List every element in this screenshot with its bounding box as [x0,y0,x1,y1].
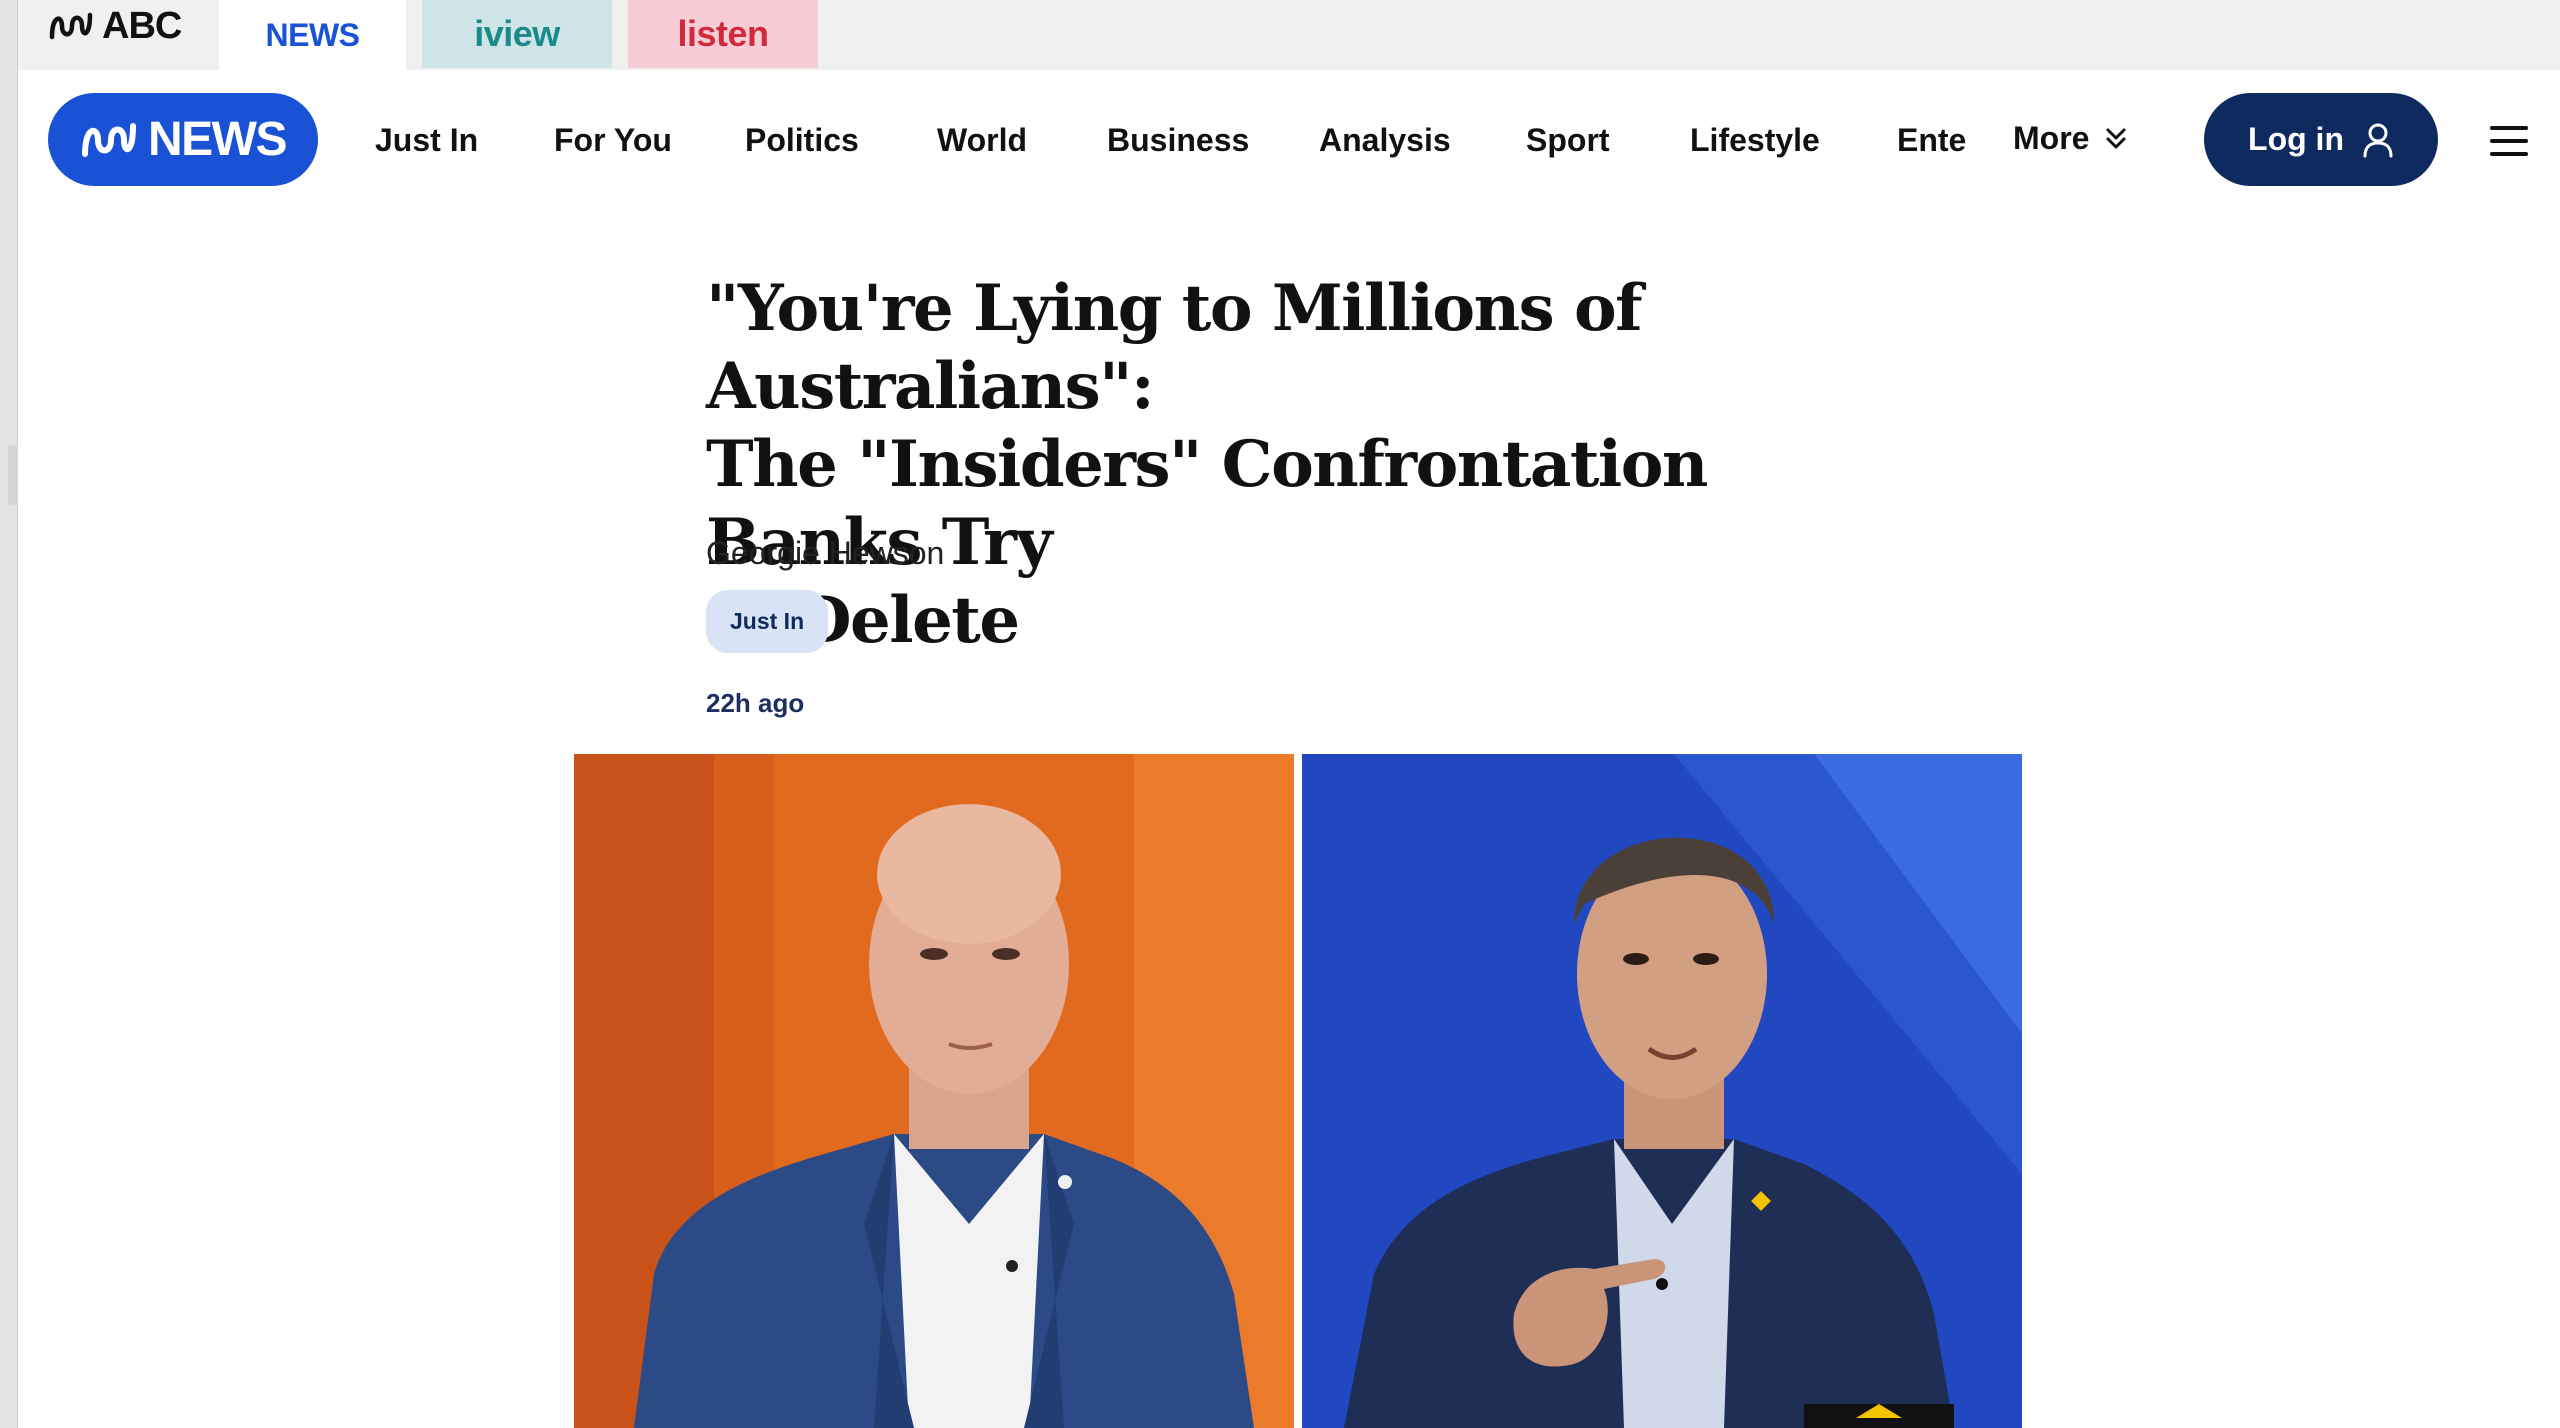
main-nav: NEWS Just In For You Politics World Busi… [18,70,2560,210]
nav-world[interactable]: World [937,122,1027,159]
nav-just-in[interactable]: Just In [375,122,478,159]
headline-line: "You're Lying to Millions of Australians… [706,271,1643,424]
news-logo-text: NEWS [148,113,288,166]
hamburger-menu-icon[interactable] [2490,126,2528,156]
double-chevron-down-icon [2106,128,2126,148]
user-icon [2363,123,2393,157]
nav-politics[interactable]: Politics [745,122,859,159]
abc-logo[interactable]: ABC [48,4,182,48]
article-headline: "You're Lying to Millions of Australians… [706,270,1926,660]
abc-lissajous-icon [49,12,93,40]
nav-entertainment[interactable]: Ente [1897,122,1966,159]
nav-business[interactable]: Business [1107,122,1249,159]
nav-for-you[interactable]: For You [554,122,672,159]
tab-iview[interactable]: iview [422,0,612,68]
headline-line: to Delete [706,583,1020,658]
login-label: Log in [2248,121,2344,157]
login-button[interactable]: Log in [2204,93,2438,186]
tab-news[interactable]: NEWS [219,0,406,70]
abc-lissajous-icon [82,122,136,157]
browser-side-strip [0,0,18,1428]
more-label: More [2013,120,2090,156]
abc-news-logo[interactable]: NEWS [48,93,318,186]
abc-logo-text: ABC [102,4,182,47]
published-time: 22h ago [706,688,805,718]
hero-photo-composite [574,754,2022,1428]
platform-bar: ABC NEWS iview listen [18,0,2560,70]
side-strip-handle [8,445,18,505]
just-in-tag[interactable]: Just In [706,590,829,653]
tab-listen[interactable]: listen [628,0,818,68]
nav-lifestyle[interactable]: Lifestyle [1690,122,1820,159]
author-name[interactable]: Georgie Hewson [706,535,944,572]
nav-more[interactable]: More [2013,120,2129,157]
nav-sport[interactable]: Sport [1526,122,1610,159]
hero-image [574,754,2022,1428]
nav-analysis[interactable]: Analysis [1319,122,1451,159]
